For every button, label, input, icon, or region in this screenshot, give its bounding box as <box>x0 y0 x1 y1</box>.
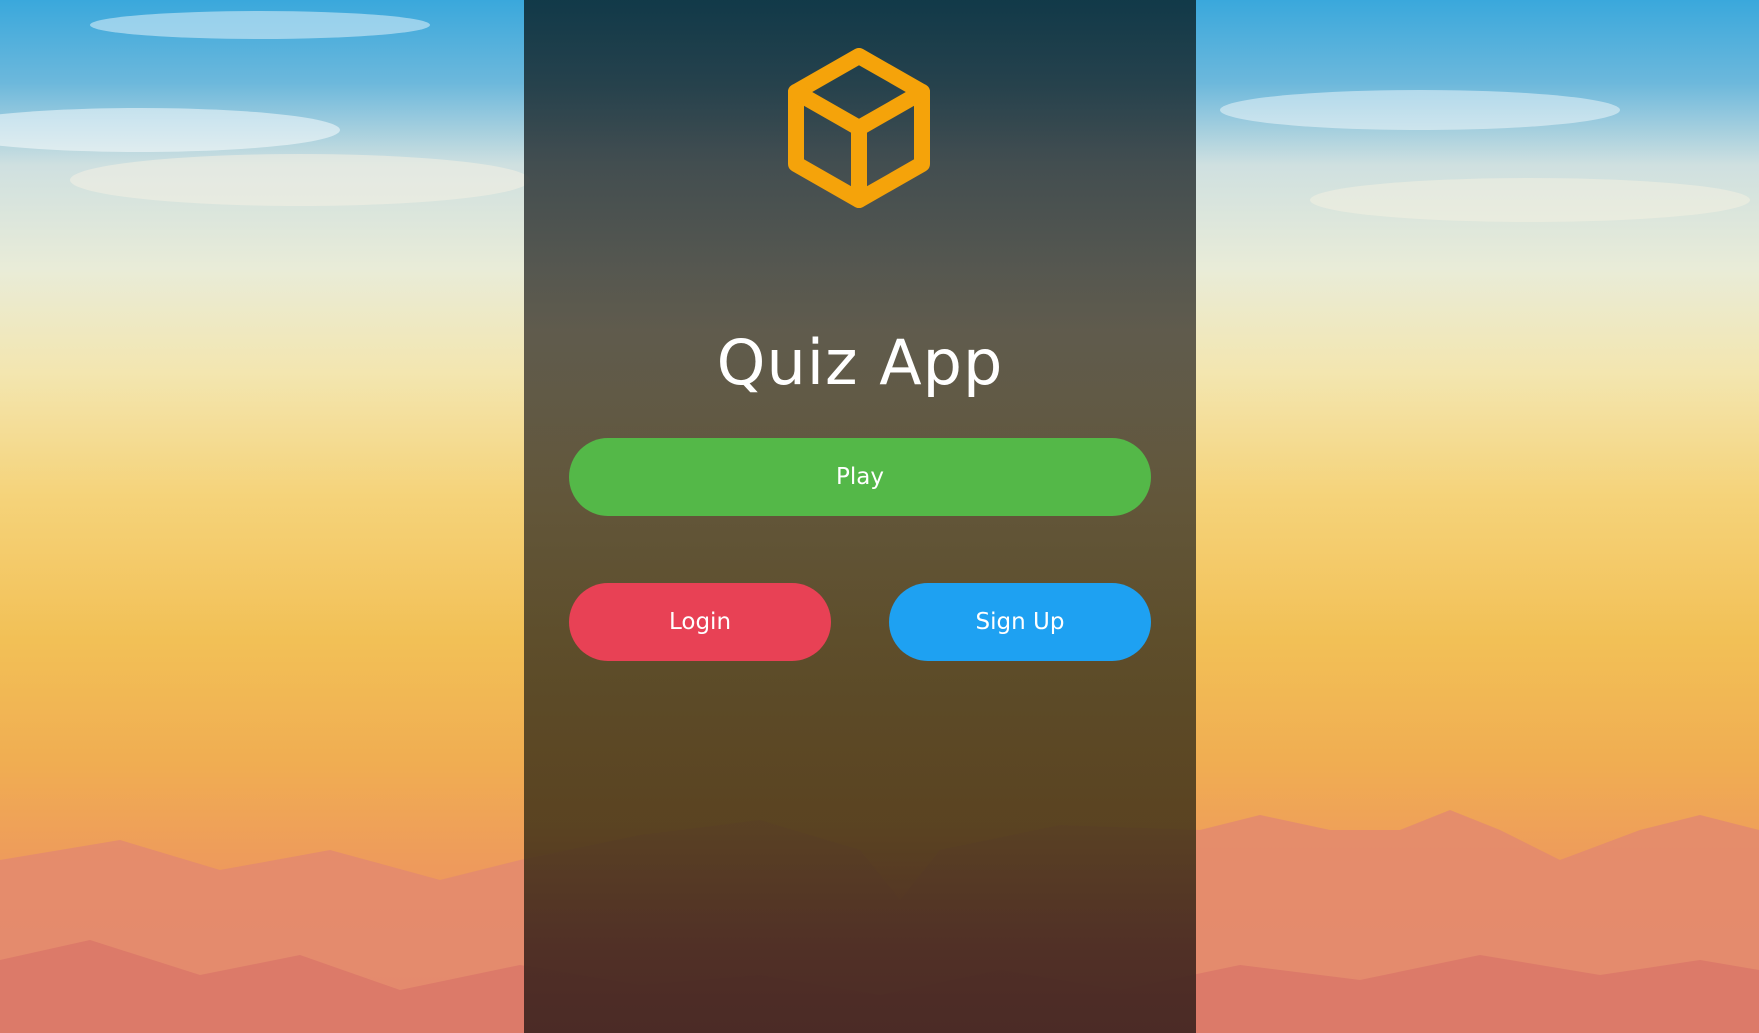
main-panel: Quiz App Play Login Sign Up <box>524 0 1196 1033</box>
play-button[interactable]: Play <box>569 438 1151 516</box>
login-button[interactable]: Login <box>569 583 831 661</box>
page-title: Quiz App <box>716 326 1004 399</box>
signup-button[interactable]: Sign Up <box>889 583 1151 661</box>
cube-icon <box>784 48 934 208</box>
